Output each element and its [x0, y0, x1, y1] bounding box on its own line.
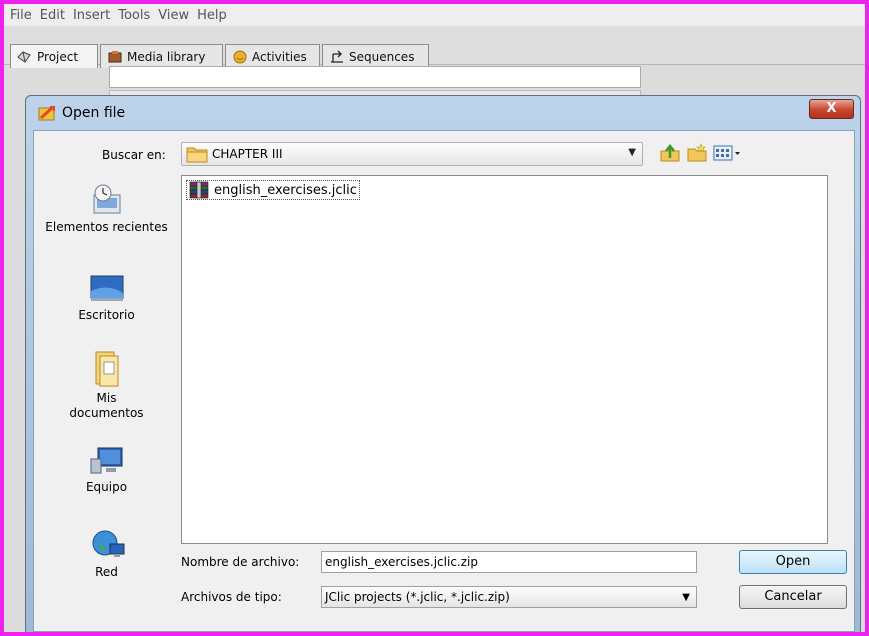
look-in-label: Buscar en:	[102, 148, 166, 162]
tab-media-library[interactable]: Media library	[100, 44, 223, 68]
computer-icon	[90, 447, 122, 474]
activities-icon	[233, 50, 247, 63]
archive-file-icon	[189, 181, 209, 199]
tab-label: Project	[37, 49, 79, 64]
network-icon	[92, 530, 124, 557]
file-name: english_exercises.jclic	[214, 182, 357, 198]
folder-icon	[186, 147, 208, 163]
menu-edit[interactable]: Edit	[40, 8, 65, 23]
documents-icon	[95, 351, 118, 387]
cancel-button[interactable]: Cancelar	[739, 585, 847, 609]
tab-project[interactable]: Project	[10, 44, 98, 68]
place-label: Red	[95, 565, 118, 579]
tab-label: Media library	[127, 49, 206, 64]
file-type-dropdown[interactable]: JClic projects (*.jclic, *.jclic.zip) ▼	[321, 586, 697, 608]
new-folder-icon[interactable]	[686, 143, 708, 163]
place-network[interactable]: Red	[34, 528, 179, 580]
list-item[interactable]: english_exercises.jclic	[186, 180, 360, 200]
place-label: Equipo	[85, 480, 128, 494]
menu-bar: File Edit Insert Tools View Help	[4, 4, 865, 26]
open-file-icon	[38, 105, 55, 121]
sequences-icon	[331, 50, 343, 63]
file-name-label: Nombre de archivo:	[181, 555, 300, 569]
open-file-dialog: Open file X Buscar en: CHAPTER III ▼ Ele…	[25, 95, 861, 632]
background-field	[109, 66, 641, 88]
place-computer[interactable]: Equipo	[34, 445, 179, 495]
look-in-value: CHAPTER III	[212, 147, 283, 161]
desktop-icon	[90, 275, 123, 301]
view-menu-icon[interactable]	[712, 143, 742, 163]
place-label: Escritorio	[78, 308, 135, 322]
places-bar: Elementos recientes Escritorio Mis docum…	[34, 173, 179, 623]
file-name-input[interactable]: english_exercises.jclic.zip	[321, 551, 697, 573]
place-documents[interactable]: Mis documentos	[34, 348, 179, 421]
menu-view[interactable]: View	[158, 8, 189, 23]
dialog-titlebar[interactable]: Open file X	[26, 96, 860, 130]
look-in-dropdown[interactable]: CHAPTER III ▼	[181, 142, 643, 166]
place-recent[interactable]: Elementos recientes	[34, 183, 179, 235]
chevron-down-icon: ▼	[628, 147, 636, 158]
place-desktop[interactable]: Escritorio	[34, 273, 179, 323]
file-type-label: Archivos de tipo:	[181, 590, 282, 604]
menu-file[interactable]: File	[10, 8, 32, 23]
tab-label: Sequences	[349, 49, 415, 64]
tab-activities[interactable]: Activities	[225, 44, 320, 68]
menu-tools[interactable]: Tools	[118, 8, 150, 23]
place-label: Elementos recientes	[45, 220, 168, 234]
menu-help[interactable]: Help	[197, 8, 227, 23]
up-folder-icon[interactable]	[659, 143, 681, 163]
app-window: File Edit Insert Tools View Help Project…	[0, 0, 869, 636]
close-button[interactable]: X	[809, 99, 854, 119]
project-icon	[17, 50, 31, 63]
place-label: Mis documentos	[69, 391, 144, 420]
menu-insert[interactable]: Insert	[73, 8, 110, 23]
open-button[interactable]: Open	[739, 550, 847, 574]
dialog-body: Buscar en: CHAPTER III ▼ Elementos recie…	[33, 130, 855, 632]
chevron-down-icon: ▼	[682, 592, 690, 603]
dialog-title: Open file	[62, 105, 126, 121]
file-list[interactable]: english_exercises.jclic	[181, 175, 828, 544]
tab-sequences[interactable]: Sequences	[322, 44, 429, 68]
recent-items-icon	[93, 184, 120, 214]
main-tabs: Project Media library Activities Sequenc…	[4, 26, 865, 68]
media-library-icon	[108, 50, 122, 62]
tab-label: Activities	[252, 49, 307, 64]
file-type-value: JClic projects (*.jclic, *.jclic.zip)	[325, 590, 510, 604]
